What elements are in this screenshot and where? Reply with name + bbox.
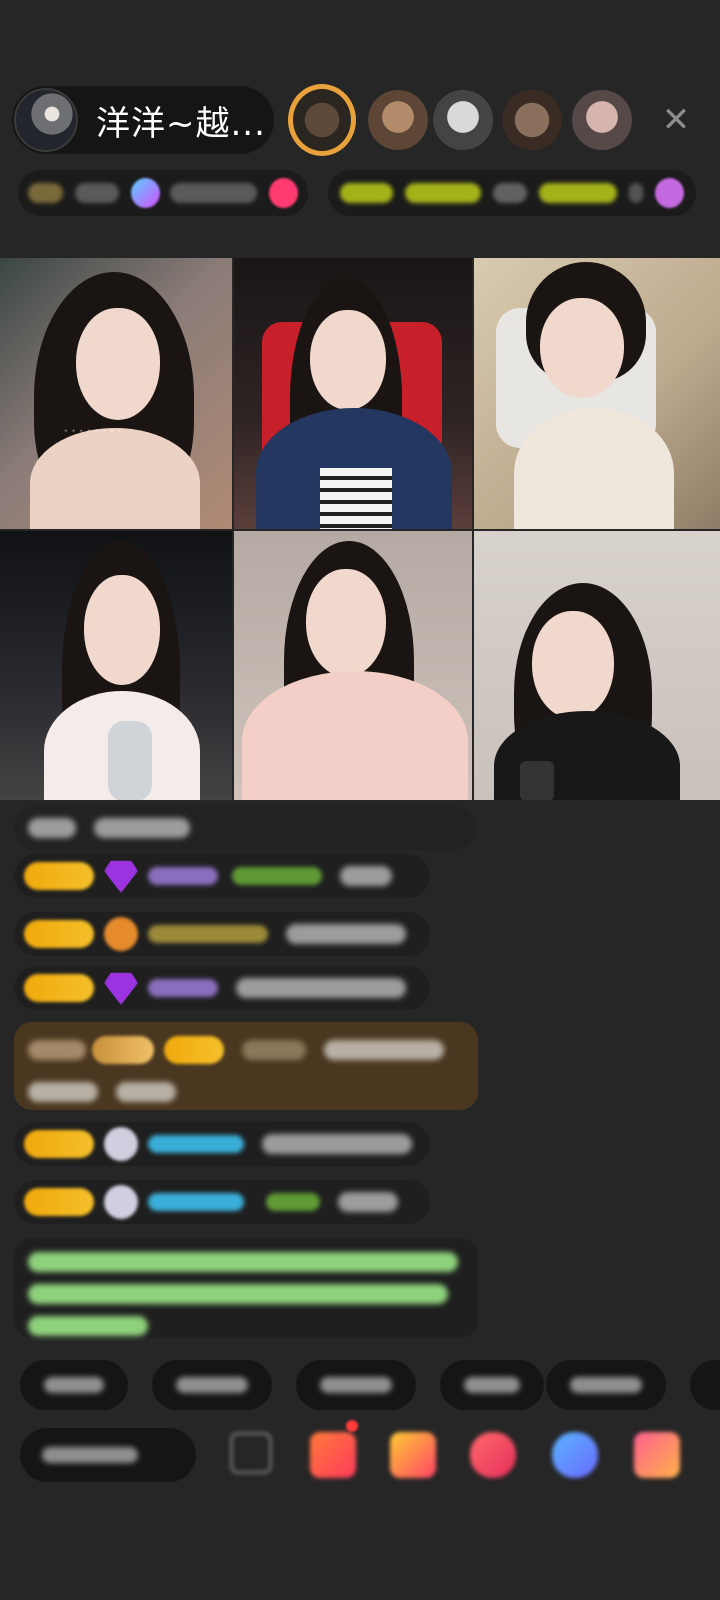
gift-box-icon[interactable] <box>310 1432 356 1478</box>
level-badge <box>24 1130 94 1158</box>
viewer-avatar[interactable] <box>433 90 493 150</box>
quick-reply-row <box>20 1360 720 1410</box>
video-tile-6[interactable] <box>474 531 720 800</box>
heart-icon <box>269 178 298 208</box>
handheld-fan <box>108 721 152 800</box>
quick-reply-chip[interactable] <box>690 1360 720 1410</box>
level-badge <box>24 920 94 948</box>
room-info-row <box>18 170 696 216</box>
host-name: 洋洋~越... <box>96 103 266 144</box>
level-badge <box>24 974 94 1002</box>
close-icon[interactable]: ✕ <box>654 98 698 142</box>
top-viewer-avatar[interactable] <box>288 84 356 156</box>
video-tile-2[interactable] <box>234 258 472 529</box>
medal-icon <box>104 917 138 951</box>
streamer-face <box>306 569 386 677</box>
rank-icon <box>28 183 63 203</box>
more-icon[interactable] <box>634 1432 680 1478</box>
avatar-icon <box>104 1185 138 1219</box>
streamer-face <box>532 611 614 719</box>
chat-username <box>148 1135 244 1153</box>
chat-message <box>14 966 430 1010</box>
tag-chip <box>628 183 643 203</box>
tag-chip <box>538 183 617 203</box>
video-tile-3[interactable] <box>474 258 720 529</box>
system-notice <box>14 1238 478 1338</box>
chat-username <box>148 979 218 997</box>
diamond-icon <box>104 972 138 1005</box>
video-tile-1[interactable]: · · · · · · · · <box>0 258 232 529</box>
viewer-avatar[interactable] <box>368 90 428 150</box>
grid-icon[interactable] <box>230 1432 272 1474</box>
streamer-face <box>540 298 624 398</box>
chat-message <box>14 1122 430 1166</box>
chat-message <box>14 806 476 850</box>
chat-username <box>266 1193 320 1211</box>
viewer-avatar[interactable] <box>572 90 632 150</box>
video-tile-4[interactable] <box>0 531 232 800</box>
stream-caption: · · · · · · · · <box>64 424 122 438</box>
level-badge <box>24 1188 94 1216</box>
red-packet-icon[interactable] <box>470 1432 516 1478</box>
tag-strip[interactable] <box>328 170 696 216</box>
quick-reply-chip[interactable] <box>296 1360 416 1410</box>
vip-badge <box>92 1036 154 1064</box>
diamond-icon <box>104 860 138 893</box>
notification-dot <box>346 1420 358 1432</box>
chat-username <box>232 867 322 885</box>
streamer-face <box>84 575 160 685</box>
chat-message <box>14 854 430 898</box>
comment-input[interactable] <box>20 1428 196 1482</box>
badge-icon <box>654 178 684 208</box>
level-badge <box>24 862 94 890</box>
chat-message <box>14 912 430 956</box>
viewer-avatar[interactable] <box>502 90 562 150</box>
shop-bag-icon[interactable] <box>390 1432 436 1478</box>
streamer-face <box>310 310 386 410</box>
chat-username <box>148 925 268 943</box>
room-rank-pill[interactable] <box>18 170 308 216</box>
host-profile-pill[interactable]: 洋洋~越... <box>12 86 274 154</box>
fan-club-text <box>170 183 258 203</box>
multi-guest-video-grid: · · · · · · · · <box>0 258 720 800</box>
streamer-face <box>76 308 160 420</box>
tag-chip <box>493 183 527 203</box>
chat-message <box>14 1180 430 1224</box>
chat-username <box>148 867 218 885</box>
avatar-icon <box>104 1127 138 1161</box>
rank-text <box>74 183 120 203</box>
tag-chip <box>404 183 482 203</box>
host-avatar[interactable] <box>14 88 78 152</box>
fan-club-icon <box>131 178 161 208</box>
quick-reply-chip[interactable] <box>20 1360 128 1410</box>
level-badge <box>164 1036 224 1064</box>
quick-reply-chip[interactable] <box>546 1360 666 1410</box>
quick-reply-chip[interactable] <box>152 1360 272 1410</box>
highlighted-chat-message <box>14 1022 478 1110</box>
tag-chip <box>340 183 393 203</box>
chat-bubble-icon[interactable] <box>552 1432 598 1478</box>
chat-username <box>148 1193 244 1211</box>
phone <box>520 761 554 800</box>
video-tile-5[interactable] <box>234 531 472 800</box>
quick-reply-chip[interactable] <box>440 1360 544 1410</box>
